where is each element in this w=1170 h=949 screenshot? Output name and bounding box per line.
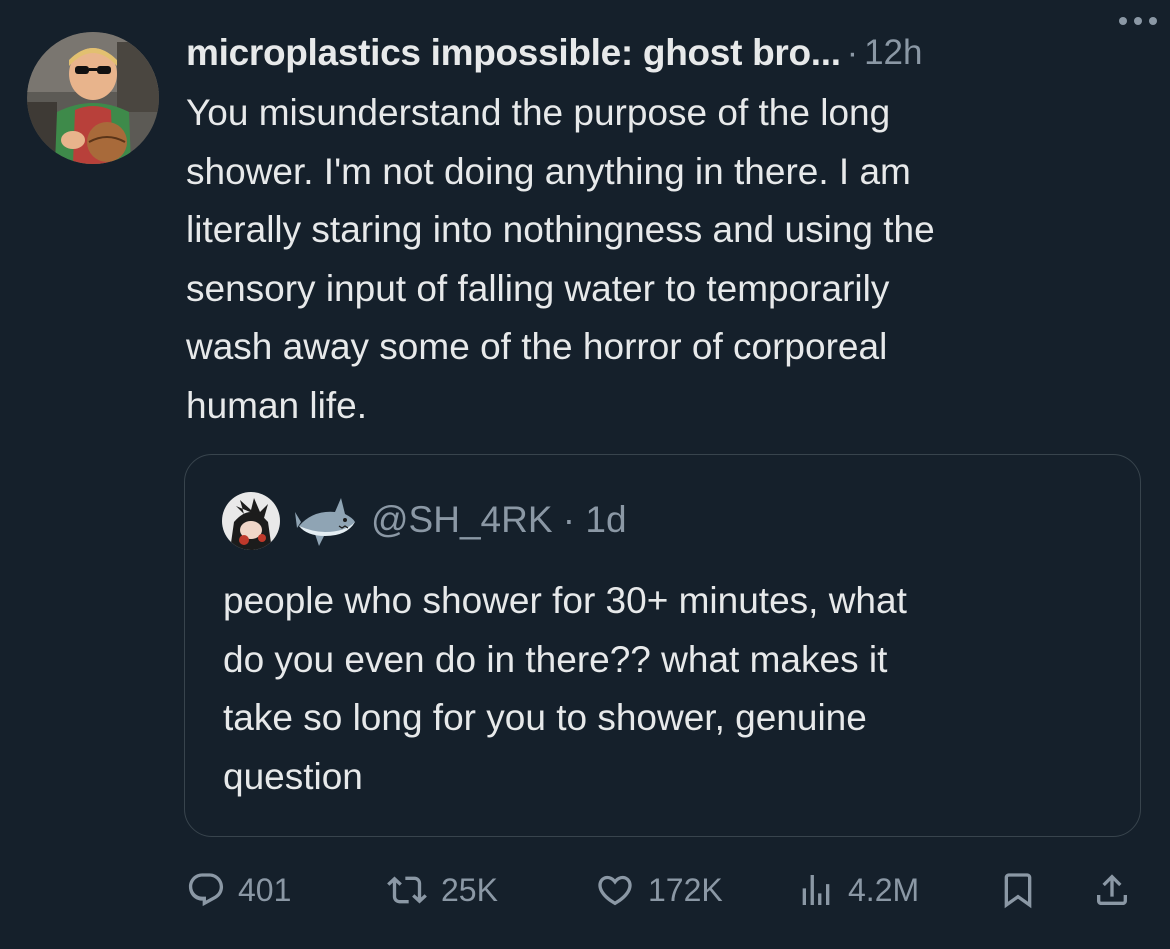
- bookmark-icon: [998, 870, 1038, 910]
- more-options-icon[interactable]: [1114, 8, 1162, 34]
- reply-button[interactable]: 401: [186, 860, 291, 920]
- quoted-tweet-body-text: people who shower for 30+ minutes, what …: [223, 580, 907, 797]
- bookmark-button[interactable]: [998, 860, 1038, 920]
- share-button[interactable]: [1092, 860, 1132, 920]
- heart-icon: [594, 870, 636, 910]
- quoted-tweet[interactable]: @SH_4RK · 1d people who shower for 30+ m…: [184, 454, 1141, 837]
- quoted-tweet-timestamp[interactable]: 1d: [585, 499, 626, 540]
- views-button[interactable]: 4.2M: [796, 860, 919, 920]
- quoted-header-separator: ·: [562, 499, 576, 540]
- shark-icon: [295, 492, 357, 550]
- author-display-name[interactable]: microplastics impossible: ghost bro...: [186, 32, 841, 74]
- like-button[interactable]: 172K: [594, 860, 723, 920]
- tweet-actions-bar: 401 25K 172K 4.2M: [0, 860, 1170, 920]
- author-avatar[interactable]: [27, 32, 159, 164]
- reply-icon: [186, 870, 226, 910]
- retweet-button[interactable]: 25K: [385, 860, 498, 920]
- quoted-author-handle[interactable]: @SH_4RK: [371, 499, 553, 540]
- tweet-header: microplastics impossible: ghost bro... ·…: [186, 30, 1146, 76]
- share-icon: [1092, 870, 1132, 910]
- quoted-author-avatar[interactable]: [222, 492, 280, 550]
- tweet-timestamp[interactable]: 12h: [864, 33, 922, 73]
- tweet-body-text: You misunderstand the purpose of the lon…: [186, 92, 935, 426]
- quoted-tweet-header: @SH_4RK · 1d: [371, 499, 627, 541]
- tweet[interactable]: microplastics impossible: ghost bro... ·…: [0, 0, 1170, 949]
- retweet-count: 25K: [441, 871, 498, 908]
- reply-count: 401: [238, 871, 292, 908]
- retweet-icon: [385, 870, 429, 910]
- views-chart-icon: [796, 870, 836, 910]
- views-count: 4.2M: [848, 871, 920, 908]
- header-separator: ·: [846, 33, 859, 72]
- like-count: 172K: [648, 871, 723, 908]
